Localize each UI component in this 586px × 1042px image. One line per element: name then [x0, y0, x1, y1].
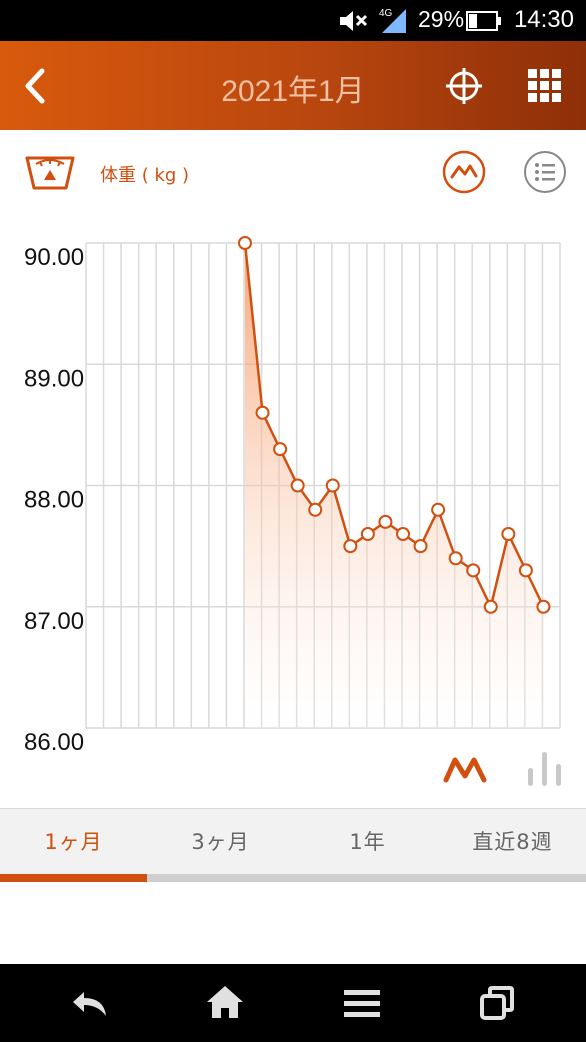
- graph-view-icon[interactable]: [442, 150, 486, 194]
- data-point: [273, 442, 288, 457]
- data-point: [431, 502, 446, 517]
- grid-menu-icon[interactable]: [526, 67, 564, 105]
- data-point: [325, 478, 340, 493]
- data-point: [255, 405, 270, 420]
- data-point: [396, 527, 410, 541]
- list-view-icon[interactable]: [523, 150, 567, 194]
- signal-icon: 4G: [379, 8, 406, 33]
- tab-1-month[interactable]: 1ヶ月: [0, 809, 147, 875]
- metric-label: 体重 ( kg ): [100, 165, 190, 186]
- menu-icon[interactable]: [342, 988, 382, 1020]
- home-icon[interactable]: [205, 984, 245, 1020]
- app-bar: 2021年1月: [0, 41, 586, 130]
- bar-chart-icon[interactable]: [525, 750, 565, 786]
- page-title: 2021年1月: [221, 75, 365, 108]
- crosshair-icon[interactable]: [444, 66, 484, 106]
- line-chart-icon[interactable]: [443, 754, 487, 784]
- data-point: [466, 563, 481, 578]
- data-point: [518, 563, 533, 578]
- period-tabs: 1ヶ月 3ヶ月 1年 直近8週: [0, 808, 586, 875]
- mute-icon: [340, 11, 368, 31]
- data-point: [308, 502, 323, 517]
- data-point: [448, 551, 463, 566]
- scale-icon: [25, 156, 75, 190]
- data-point: [343, 539, 358, 554]
- tab-last-8-weeks[interactable]: 直近8週: [439, 809, 586, 875]
- y-tick-label: 87.00: [24, 608, 84, 635]
- network-type-label: 4G: [379, 8, 393, 19]
- empty-area: [0, 882, 586, 964]
- data-point: [413, 539, 428, 554]
- y-tick-label: 90.00: [24, 244, 84, 271]
- battery-percent: 29%: [418, 6, 465, 32]
- weight-line-chart: 90.00 89.00 88.00 87.00 86.00: [24, 236, 561, 756]
- y-tick-label: 88.00: [24, 487, 84, 514]
- status-time: 14:30: [513, 6, 574, 33]
- metric-header: 体重 ( kg ): [0, 130, 586, 214]
- status-bar: 4G 29% 14:30: [0, 0, 586, 41]
- data-point: [536, 599, 551, 614]
- recent-apps-icon[interactable]: [478, 984, 518, 1022]
- weight-chart: 90.00 89.00 88.00 87.00 86.00: [0, 214, 586, 808]
- tab-3-months[interactable]: 3ヶ月: [147, 809, 294, 875]
- tab-1-year[interactable]: 1年: [294, 809, 441, 875]
- battery-icon: [466, 11, 501, 31]
- system-nav-bar: [0, 964, 586, 1042]
- tab-indicator: [0, 874, 147, 882]
- data-point: [360, 527, 375, 541]
- data-point: [290, 478, 305, 493]
- y-tick-label: 89.00: [24, 365, 84, 392]
- y-tick-label: 86.00: [24, 729, 84, 756]
- data-point: [238, 236, 252, 250]
- data-point: [378, 514, 393, 529]
- data-point: [501, 527, 516, 541]
- data-point: [483, 599, 498, 614]
- back-icon[interactable]: [70, 988, 110, 1020]
